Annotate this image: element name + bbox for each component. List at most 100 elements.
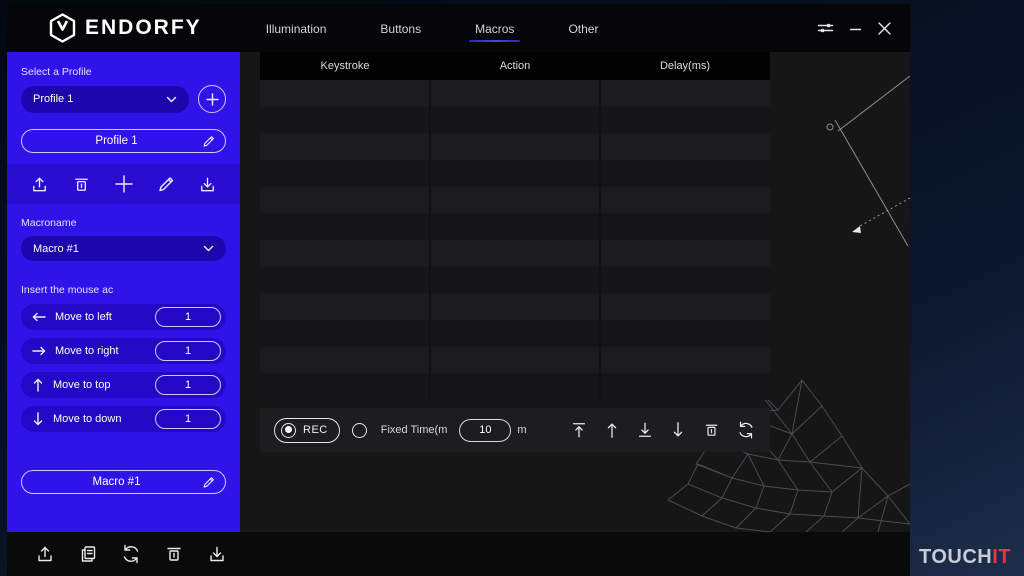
table-row	[260, 373, 770, 400]
arrow-up-icon	[31, 377, 45, 393]
macro-rename-button[interactable]: Macro #1	[21, 470, 226, 494]
table-cell	[260, 267, 429, 294]
fixed-time-input[interactable]	[459, 419, 511, 442]
table-cell	[429, 240, 600, 267]
recorder-bar: REC Fixed Time(m m	[260, 408, 770, 452]
endorfy-hexagon-icon	[49, 13, 76, 43]
table-cell	[260, 320, 429, 347]
table-cell	[599, 240, 770, 267]
table-cell	[599, 213, 770, 240]
settings-sliders-icon[interactable]	[817, 21, 834, 35]
move-to-bottom-icon[interactable]	[636, 420, 654, 440]
move-up-icon[interactable]	[603, 420, 621, 440]
table-cell	[429, 267, 600, 294]
table-cell	[599, 293, 770, 320]
mouse-action-left[interactable]: Move to left 1	[21, 304, 226, 330]
table-cell	[260, 373, 429, 400]
table-cell	[599, 373, 770, 400]
download-icon[interactable]	[206, 543, 228, 565]
table-cell	[599, 347, 770, 374]
tab-buttons[interactable]: Buttons	[378, 16, 423, 40]
move-to-top-icon[interactable]	[570, 420, 588, 440]
table-cell	[260, 107, 429, 134]
profile-dropdown[interactable]: Profile 1	[21, 86, 189, 113]
table-row	[260, 320, 770, 347]
table-cell	[260, 187, 429, 214]
trash-icon[interactable]	[702, 420, 721, 440]
upload-icon[interactable]	[34, 543, 56, 565]
mouse-action-value[interactable]: 1	[155, 375, 221, 395]
mouse-action-value[interactable]: 1	[155, 341, 221, 361]
table-cell	[260, 80, 429, 107]
mouse-action-label: Move to top	[53, 379, 110, 391]
watermark-primary: TOUCH	[919, 546, 992, 568]
table-cell	[599, 107, 770, 134]
minimize-icon[interactable]	[849, 22, 862, 35]
table-cell	[429, 160, 600, 187]
trash-icon[interactable]	[71, 174, 92, 195]
table-cell	[599, 187, 770, 214]
table-cell	[599, 133, 770, 160]
table-cell	[260, 347, 429, 374]
refresh-icon[interactable]	[120, 543, 142, 565]
table-row	[260, 80, 770, 107]
mouse-action-down[interactable]: Move to down 1	[21, 406, 226, 432]
macroname-label: Macroname	[21, 217, 226, 229]
profile-rename-button[interactable]: Profile 1	[21, 129, 226, 153]
upload-icon[interactable]	[29, 174, 50, 195]
table-cell	[260, 160, 429, 187]
plus-icon[interactable]	[113, 173, 135, 195]
profile-pill-label: Profile 1	[32, 135, 201, 147]
loop-icon[interactable]	[736, 420, 756, 440]
app-window: ENDORFY Illumination Buttons Macros Othe…	[7, 4, 910, 576]
table-row	[260, 160, 770, 187]
table-cell	[599, 267, 770, 294]
move-down-icon[interactable]	[669, 420, 687, 440]
arrow-left-icon	[31, 310, 47, 324]
download-icon[interactable]	[197, 174, 218, 195]
mouse-action-label: Move to left	[55, 311, 112, 323]
table-row	[260, 293, 770, 320]
tab-macros[interactable]: Macros	[473, 16, 516, 40]
table-cell	[260, 133, 429, 160]
copy-icon[interactable]	[77, 543, 99, 565]
close-icon[interactable]	[877, 21, 892, 36]
table-row	[260, 213, 770, 240]
insert-mouse-label: Insert the mouse ac	[21, 284, 226, 296]
mouse-action-top[interactable]: Move to top 1	[21, 372, 226, 398]
mouse-action-right[interactable]: Move to right 1	[21, 338, 226, 364]
chevron-down-icon	[166, 96, 177, 103]
trash-icon[interactable]	[163, 543, 185, 565]
pencil-icon[interactable]	[156, 174, 176, 194]
table-row	[260, 107, 770, 134]
table-cell	[260, 213, 429, 240]
plus-icon	[206, 93, 219, 106]
table-row	[260, 267, 770, 294]
mouse-action-label: Move to right	[55, 345, 119, 357]
table-cell	[429, 373, 600, 400]
mouse-action-value[interactable]: 1	[155, 307, 221, 327]
tab-other[interactable]: Other	[566, 16, 600, 40]
table-cell	[429, 293, 600, 320]
table-cell	[429, 347, 600, 374]
window-controls	[817, 21, 892, 36]
tab-illumination[interactable]: Illumination	[264, 16, 329, 40]
bottom-toolbar	[7, 532, 910, 576]
rec-radio-button[interactable]: REC	[274, 418, 340, 443]
rec-label: REC	[303, 424, 328, 436]
add-profile-button[interactable]	[198, 85, 226, 113]
pencil-icon	[201, 475, 215, 489]
sidebar: Select a Profile Profile 1 Profile 1	[7, 52, 240, 532]
fixed-time-radio-button[interactable]	[352, 423, 367, 438]
arrow-right-icon	[31, 344, 47, 358]
macro-table-header: Keystroke Action Delay(ms)	[260, 52, 770, 80]
macro-dropdown[interactable]: Macro #1	[21, 236, 226, 261]
macro-dropdown-value: Macro #1	[33, 243, 203, 255]
profile-toolbar	[7, 164, 240, 204]
mouse-action-value[interactable]: 1	[155, 409, 221, 429]
table-row	[260, 347, 770, 374]
desktop: { "topbar": { "brand": "ENDORFY", "tabs"…	[0, 0, 1024, 576]
rec-radio-icon	[281, 423, 296, 438]
macro-pill-label: Macro #1	[32, 476, 201, 488]
column-keystroke: Keystroke	[260, 60, 430, 72]
